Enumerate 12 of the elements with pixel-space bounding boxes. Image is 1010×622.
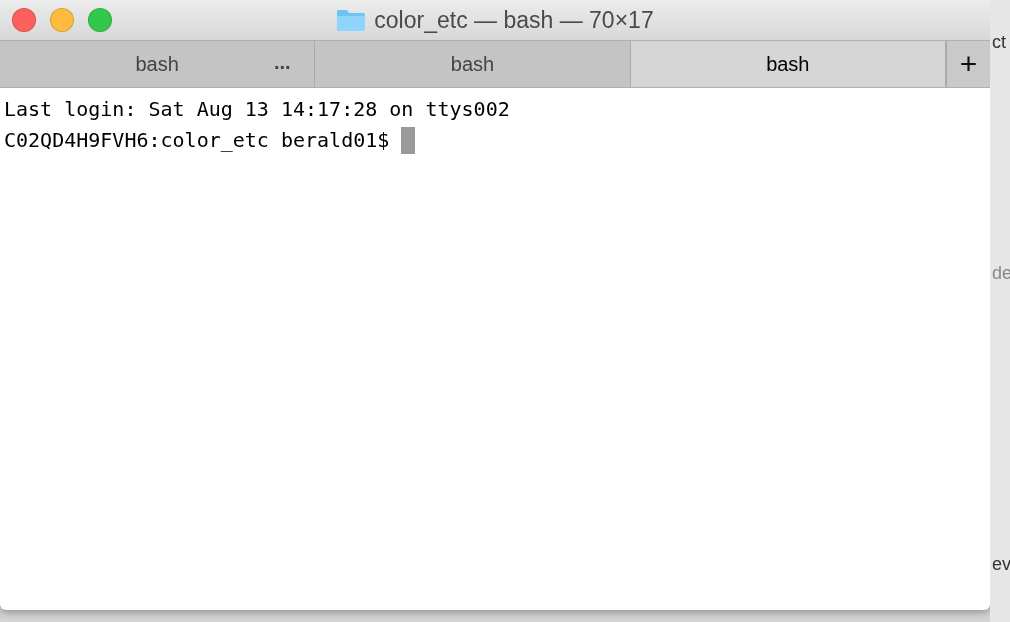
new-tab-button[interactable]: + [946,41,990,87]
tab-overflow-indicator[interactable]: ... [274,51,291,74]
shell-prompt: C02QD4H9FVH6:color_etc berald01$ [4,127,390,154]
background-text: ct [992,32,1007,53]
terminal-line: Last login: Sat Aug 13 14:17:28 on ttys002 [4,96,511,123]
folder-icon [336,8,367,32]
close-button[interactable] [12,8,36,32]
zoom-button[interactable] [88,8,112,32]
minimize-button[interactable] [50,8,74,32]
tab[interactable]: bash [630,41,946,87]
window-title: color_etc — bash — 70×17 [374,6,654,34]
text-cursor [401,127,416,154]
